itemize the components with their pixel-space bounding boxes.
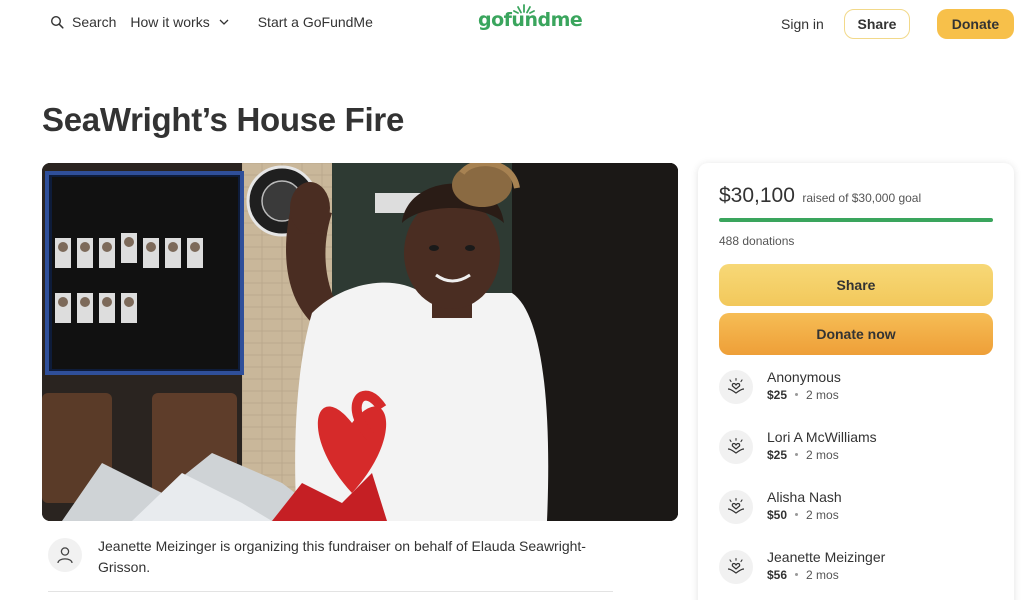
organizer-text: Jeanette Meizinger is organizing this fu… xyxy=(98,538,586,575)
heart-hands-icon xyxy=(727,437,745,454)
donation-card: $30,100 raised of $30,000 goal 488 donat… xyxy=(698,163,1014,600)
sign-in-link[interactable]: Sign in xyxy=(781,16,824,32)
donation-count[interactable]: 488 donations xyxy=(719,234,794,248)
donor-name: Alisha Nash xyxy=(767,489,842,505)
heart-hands-icon xyxy=(727,557,745,574)
donor-time: 2 mos xyxy=(806,448,839,462)
heart-hands-icon xyxy=(727,377,745,394)
donor-meta: $56 2 mos xyxy=(767,568,839,582)
search-link[interactable]: Search xyxy=(50,14,116,30)
how-it-works-menu[interactable]: How it works xyxy=(130,14,229,30)
donor-amount: $25 xyxy=(767,388,788,402)
donor-time: 2 mos xyxy=(806,508,839,522)
header-donate-button[interactable]: Donate xyxy=(937,9,1014,39)
donor-avatar xyxy=(719,490,753,524)
raised-summary: $30,100 raised of $30,000 goal xyxy=(719,184,921,208)
search-icon xyxy=(50,15,64,29)
raised-amount: $30,100 xyxy=(719,184,795,207)
gofundme-logo[interactable]: gofundme xyxy=(478,9,583,31)
donor-item: Jeanette Meizinger $56 2 mos xyxy=(719,547,993,587)
hero-photo xyxy=(42,163,678,521)
start-gofundme-label: Start a GoFundMe xyxy=(257,14,373,30)
search-label: Search xyxy=(72,14,117,30)
donor-meta: $25 2 mos xyxy=(767,448,839,462)
organizer-avatar[interactable] xyxy=(48,538,82,572)
top-nav: Search How it works Start a GoFundMe gof… xyxy=(0,0,1024,48)
donor-amount: $50 xyxy=(767,508,788,522)
donor-name: Jeanette Meizinger xyxy=(767,549,886,565)
donor-name: Anonymous xyxy=(767,369,841,385)
start-gofundme-link[interactable]: Start a GoFundMe xyxy=(258,14,373,30)
donor-item: Alisha Nash $50 2 mos xyxy=(719,487,993,527)
user-icon xyxy=(57,547,73,564)
donate-now-button[interactable]: Donate now xyxy=(719,313,993,355)
divider xyxy=(48,591,613,592)
nav-left: Search How it works Start a GoFundMe xyxy=(50,14,373,30)
progress-bar xyxy=(719,218,993,222)
raised-goal-text: raised of $30,000 goal xyxy=(802,191,922,205)
how-it-works-label: How it works xyxy=(130,14,210,30)
donor-item: Lori A McWilliams $25 2 mos xyxy=(719,427,993,467)
donor-amount: $56 xyxy=(767,568,788,582)
share-button[interactable]: Share xyxy=(719,264,993,306)
chevron-down-icon xyxy=(219,19,229,25)
campaign-hero-image[interactable] xyxy=(42,163,678,521)
header-share-button[interactable]: Share xyxy=(844,9,910,39)
donor-avatar xyxy=(719,550,753,584)
donor-time: 2 mos xyxy=(806,568,839,582)
page-title: SeaWright’s House Fire xyxy=(42,101,404,138)
donor-time: 2 mos xyxy=(806,388,839,402)
donor-item: Anonymous $25 2 mos xyxy=(719,367,993,407)
donor-name: Lori A McWilliams xyxy=(767,429,877,445)
progress-fill xyxy=(719,218,993,222)
donor-avatar xyxy=(719,370,753,404)
donor-amount: $25 xyxy=(767,448,788,462)
donor-avatar xyxy=(719,430,753,464)
donor-meta: $25 2 mos xyxy=(767,388,839,402)
donor-meta: $50 2 mos xyxy=(767,508,839,522)
heart-hands-icon xyxy=(727,497,745,514)
